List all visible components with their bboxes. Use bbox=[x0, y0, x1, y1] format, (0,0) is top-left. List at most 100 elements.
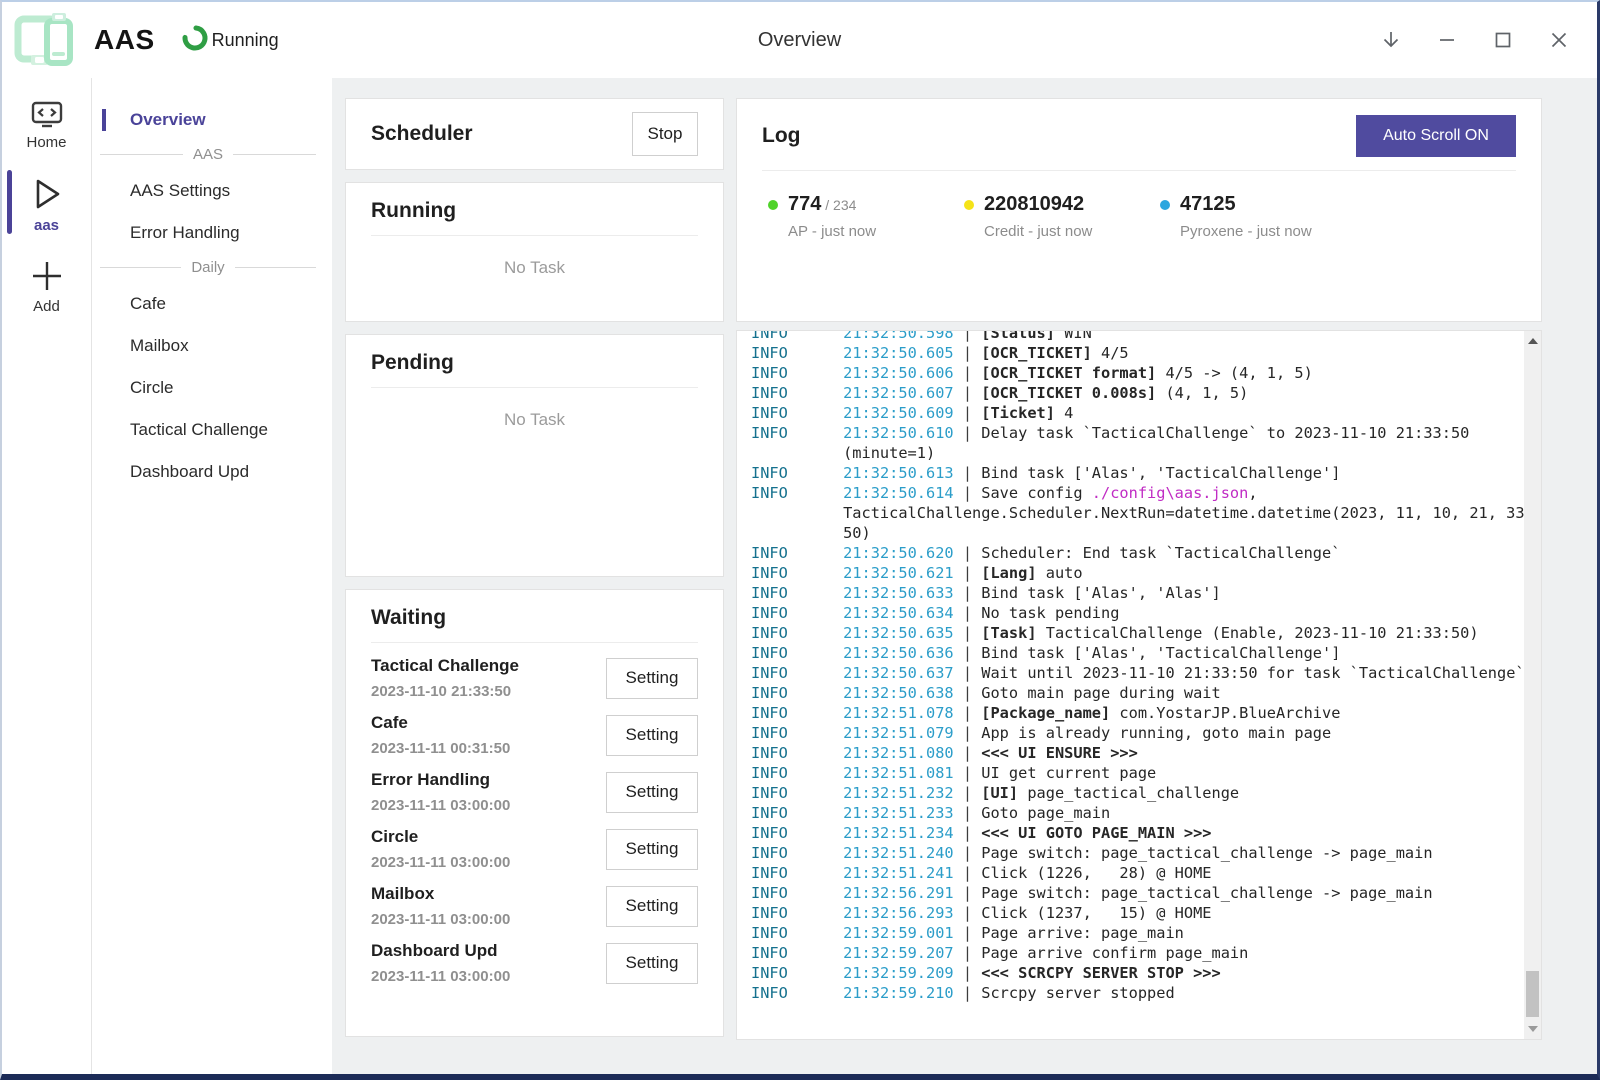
setting-button-circle[interactable]: Setting bbox=[606, 829, 698, 870]
setting-button-dashboard-upd[interactable]: Setting bbox=[606, 943, 698, 984]
stat-value: 47125 bbox=[1180, 193, 1312, 216]
log-message-segment: Bind task ['Alas', 'Alas'] bbox=[981, 584, 1220, 602]
log-level: INFO bbox=[751, 644, 843, 662]
log-line: INFO 21:32:56.293 | Click (1237, 15) @ H… bbox=[751, 903, 1535, 923]
log-message-segment: WIN bbox=[1055, 330, 1092, 342]
log-timestamp: 21:32:51.234 bbox=[843, 824, 963, 842]
stat-ap: 774 / 234AP - just now bbox=[768, 193, 964, 240]
scheduler-status: Running bbox=[181, 24, 279, 57]
waiting-task-info: Error Handling2023-11-11 03:00:00 bbox=[371, 770, 510, 814]
log-line: INFO 21:32:59.209 | <<< SCRCPY SERVER ST… bbox=[751, 963, 1535, 983]
setting-button-error-handling[interactable]: Setting bbox=[606, 772, 698, 813]
log-line: INFO 21:32:50.638 | Goto main page durin… bbox=[751, 683, 1535, 703]
log-level: INFO bbox=[751, 330, 843, 342]
log-level: INFO bbox=[751, 784, 843, 802]
log-timestamp: 21:32:51.232 bbox=[843, 784, 963, 802]
scrollbar-up-arrow[interactable] bbox=[1524, 333, 1541, 349]
waiting-task-row-error-handling: Error Handling2023-11-11 03:00:00 Setting bbox=[371, 770, 698, 814]
waiting-task-info: Mailbox2023-11-11 03:00:00 bbox=[371, 884, 510, 928]
setting-button-tactical-challenge[interactable]: Setting bbox=[606, 658, 698, 699]
log-line: INFO 21:32:50.636 | Bind task ['Alas', '… bbox=[751, 643, 1535, 663]
log-level: INFO bbox=[751, 564, 843, 582]
log-level: INFO bbox=[751, 904, 843, 922]
log-separator: | bbox=[963, 724, 981, 742]
log-line: INFO 21:32:50.605 | [OCR_TICKET] 4/5 bbox=[751, 343, 1535, 363]
stat-total: / 234 bbox=[821, 197, 856, 213]
running-card: Running No Task bbox=[345, 182, 724, 322]
nav-item-overview[interactable]: Overview bbox=[92, 102, 332, 138]
nav-item-aas-settings[interactable]: AAS Settings bbox=[92, 173, 332, 209]
log-separator: | bbox=[963, 784, 981, 802]
log-separator: | bbox=[963, 944, 981, 962]
log-timestamp: 21:32:59.207 bbox=[843, 944, 963, 962]
log-level: INFO bbox=[751, 824, 843, 842]
close-button[interactable] bbox=[1531, 2, 1587, 78]
log-message-segment: Bind task ['Alas', 'TacticalChallenge'] bbox=[981, 464, 1340, 482]
rail-item-home[interactable]: Home bbox=[2, 100, 91, 151]
running-title: Running bbox=[371, 199, 698, 236]
log-message-segment: [Status] bbox=[981, 330, 1055, 342]
log-separator: | bbox=[963, 764, 981, 782]
log-separator: | bbox=[963, 584, 981, 602]
nav-item-dashboard-upd[interactable]: Dashboard Upd bbox=[92, 454, 332, 490]
rail-item-aas[interactable]: aas bbox=[2, 175, 91, 234]
log-timestamp: 21:32:51.241 bbox=[843, 864, 963, 882]
nav-section-daily: Daily bbox=[92, 259, 332, 276]
waiting-task-row-mailbox: Mailbox2023-11-11 03:00:00 Setting bbox=[371, 884, 698, 928]
scroll-to-bottom-button[interactable] bbox=[1363, 2, 1419, 78]
setting-button-cafe[interactable]: Setting bbox=[606, 715, 698, 756]
log-message-segment: [Package_name] bbox=[981, 704, 1110, 722]
log-level: INFO bbox=[751, 884, 843, 902]
scrollbar-down-arrow[interactable] bbox=[1524, 1021, 1541, 1037]
log-timestamp: 21:32:56.293 bbox=[843, 904, 963, 922]
nav-item-tactical-challenge[interactable]: Tactical Challenge bbox=[92, 412, 332, 448]
log-line: INFO 21:32:50.620 | Scheduler: End task … bbox=[751, 543, 1535, 563]
log-level: INFO bbox=[751, 764, 843, 782]
log-separator: | bbox=[963, 464, 981, 482]
stat-credit: 220810942Credit - just now bbox=[964, 193, 1160, 240]
stat-value: 220810942 bbox=[984, 193, 1092, 216]
log-timestamp: 21:32:50.598 bbox=[843, 330, 963, 342]
log-text: INFO 21:32:50.598 | [Status] WININFO 21:… bbox=[751, 330, 1535, 1003]
log-scrollbar[interactable] bbox=[1524, 331, 1541, 1039]
log-timestamp: 21:32:50.621 bbox=[843, 564, 963, 582]
stat-text: 220810942Credit - just now bbox=[984, 193, 1092, 240]
stat-text: 47125Pyroxene - just now bbox=[1180, 193, 1312, 240]
stop-button[interactable]: Stop bbox=[632, 112, 698, 156]
scrollbar-thumb[interactable] bbox=[1526, 971, 1539, 1017]
log-separator: | bbox=[963, 330, 981, 342]
nav-item-cafe[interactable]: Cafe bbox=[92, 286, 332, 322]
waiting-task-row-tactical-challenge: Tactical Challenge2023-11-10 21:33:50Set… bbox=[371, 656, 698, 700]
nav-item-mailbox[interactable]: Mailbox bbox=[92, 328, 332, 364]
log-level: INFO bbox=[751, 424, 843, 442]
rail-item-add[interactable]: Add bbox=[2, 258, 91, 315]
resource-stats: 774 / 234AP - just now 220810942Credit - … bbox=[762, 193, 1516, 240]
maximize-button[interactable] bbox=[1475, 2, 1531, 78]
nav-item-circle[interactable]: Circle bbox=[92, 370, 332, 406]
auto-scroll-toggle[interactable]: Auto Scroll ON bbox=[1356, 115, 1516, 157]
window-controls bbox=[1363, 2, 1587, 78]
nav-item-error-handling[interactable]: Error Handling bbox=[92, 215, 332, 251]
log-separator: | bbox=[963, 904, 981, 922]
log-timestamp: 21:32:50.638 bbox=[843, 684, 963, 702]
log-message-segment: Goto main page during wait bbox=[981, 684, 1220, 702]
log-timestamp: 21:32:51.233 bbox=[843, 804, 963, 822]
log-header: Log Auto Scroll ON bbox=[762, 115, 1516, 171]
log-separator: | bbox=[963, 364, 981, 382]
maximize-icon bbox=[1492, 29, 1514, 51]
nav-sidebar: OverviewAASAAS SettingsError HandlingDai… bbox=[92, 78, 332, 1074]
log-separator: | bbox=[963, 644, 981, 662]
log-output-panel[interactable]: INFO 21:32:50.598 | [Status] WININFO 21:… bbox=[736, 330, 1542, 1040]
log-separator: | bbox=[963, 604, 981, 622]
log-separator: | bbox=[963, 404, 981, 422]
log-line: INFO 21:32:51.241 | Click (1226, 28) @ H… bbox=[751, 863, 1535, 883]
setting-button-mailbox[interactable]: Setting bbox=[606, 886, 698, 927]
log-line: INFO 21:32:59.001 | Page arrive: page_ma… bbox=[751, 923, 1535, 943]
log-separator: | bbox=[963, 564, 981, 582]
log-timestamp: 21:32:50.607 bbox=[843, 384, 963, 402]
log-level: INFO bbox=[751, 684, 843, 702]
minimize-button[interactable] bbox=[1419, 2, 1475, 78]
waiting-card: Waiting Tactical Challenge2023-11-10 21:… bbox=[345, 589, 724, 1037]
log-line: INFO 21:32:51.234 | <<< UI GOTO PAGE_MAI… bbox=[751, 823, 1535, 843]
log-message-segment: UI get current page bbox=[981, 764, 1156, 782]
